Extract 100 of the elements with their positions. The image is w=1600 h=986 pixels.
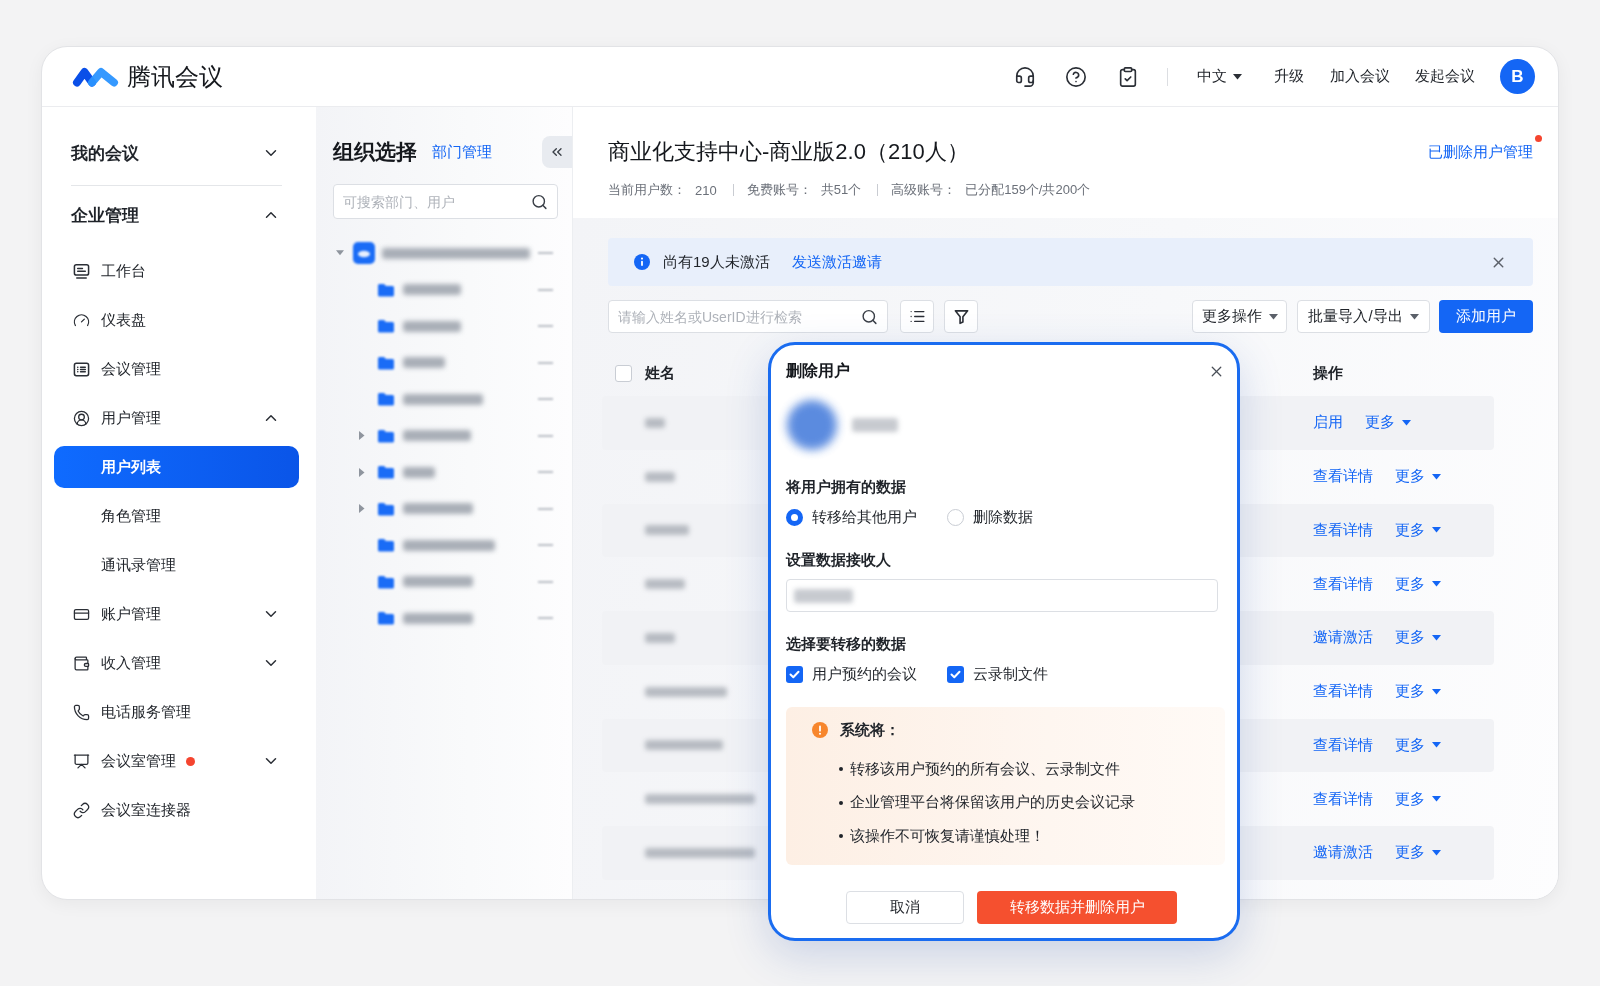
folder-icon [377,465,395,480]
add-user-button[interactable]: 添加用户 [1439,300,1533,333]
logo-text: 腾讯会议 [127,61,223,92]
nav-item[interactable]: 账户管理 [54,593,299,635]
nav-item[interactable]: 会议室连接器 [54,789,299,831]
logo-icon [72,65,119,88]
folder-icon [377,611,395,626]
more-dropdown[interactable]: 更多 [1395,574,1441,594]
cancel-button[interactable]: 取消 [846,891,964,924]
blurred-text [403,284,461,296]
row-action-link[interactable]: 邀请激活 [1313,628,1373,648]
list-icon [73,360,90,378]
deleted-users-link[interactable]: 已删除用户管理 [1428,142,1533,162]
blurred-text [794,588,853,603]
row-action-link[interactable]: 查看详情 [1313,574,1373,594]
more-dropdown[interactable]: 更多 [1395,467,1441,487]
field-label: 将用户拥有的数据 [786,477,906,497]
blurred-text [403,320,461,332]
row-action-link[interactable]: 查看详情 [1313,789,1373,809]
nav-item[interactable]: 会议室管理 [54,740,299,782]
confirm-delete-button[interactable]: 转移数据并删除用户 [977,891,1177,924]
language-dropdown[interactable]: 中文 [1197,67,1242,86]
filter-icon [952,308,970,325]
caret-right-icon[interactable] [359,467,365,477]
blurred-dash-icon [538,507,553,510]
dropdown-button[interactable]: 批量导入/导出 [1297,300,1430,333]
row-action-link[interactable]: 查看详情 [1313,735,1373,755]
org-icon [353,242,375,265]
nav-item[interactable]: 通讯录管理 [54,544,299,586]
more-dropdown[interactable]: 更多 [1395,789,1441,809]
more-dropdown[interactable]: 更多 [1395,520,1441,540]
nav-item[interactable]: 电话服务管理 [54,691,299,733]
nav-section[interactable]: 我的会议 [54,125,299,181]
gauge-icon [73,311,90,329]
checkbox-icon[interactable] [947,665,964,683]
row-action-link[interactable]: 启用 [1313,413,1343,433]
caret-right-icon[interactable] [359,504,365,514]
more-dropdown[interactable]: 更多 [1395,628,1441,648]
field-label: 设置数据接收人 [786,550,891,570]
wallet-icon [73,654,90,672]
header-link[interactable]: 升级 [1274,67,1304,86]
nav-section[interactable]: 企业管理 [54,187,299,243]
blurred-text [645,471,675,482]
department-link[interactable]: 部门管理 [432,142,492,162]
row-action-link[interactable]: 查看详情 [1313,520,1373,540]
help-icon[interactable] [1065,65,1087,88]
bullet-icon [839,767,843,771]
search-field[interactable]: 请输入姓名或UserID进行检索 [608,300,888,333]
blurred-text [403,503,473,515]
send-invite-link[interactable]: 发送激活邀请 [791,252,882,272]
search-field[interactable]: 可搜索部门、用户 [333,184,558,219]
nav-item[interactable]: 角色管理 [54,495,299,537]
nav-item[interactable]: 会议管理 [54,348,299,390]
nav-item[interactable]: 仪表盘 [54,299,299,341]
more-dropdown[interactable]: 更多 [1395,735,1441,755]
header-link[interactable]: 发起会议 [1415,67,1475,86]
radio-icon[interactable] [786,508,803,526]
nav-item[interactable]: 用户管理 [54,397,299,439]
checkbox-option[interactable]: 用户预约的会议 [786,664,917,684]
stat-label: 当前用户数： [608,181,686,199]
checkbox-icon[interactable] [615,364,632,382]
dropdown-button[interactable]: 更多操作 [1192,300,1287,333]
row-action-link[interactable]: 查看详情 [1313,467,1373,487]
more-dropdown[interactable]: 更多 [1365,413,1411,433]
header-link[interactable]: 加入会议 [1330,67,1390,86]
clipboard-check-icon[interactable] [1117,65,1139,88]
collapse-button[interactable] [542,136,572,168]
radio-option[interactable]: 删除数据 [947,507,1033,527]
headset-icon[interactable] [1014,65,1036,88]
nav-item[interactable]: 用户列表 [54,446,299,488]
caret-down-icon[interactable] [336,250,344,257]
folder-icon [377,392,395,407]
user-icon [73,409,90,427]
nav-item[interactable]: 工作台 [54,250,299,292]
more-dropdown[interactable]: 更多 [1395,682,1441,702]
banner-text: 尚有19人未激活 [663,252,770,272]
row-action-link[interactable]: 查看详情 [1313,682,1373,702]
blurred-dash-icon [538,252,553,255]
nav-item[interactable]: 收入管理 [54,642,299,684]
bullet-icon [839,834,843,838]
list-view-button[interactable] [900,300,934,333]
caret-icon[interactable] [1268,313,1278,320]
blurred-dash-icon [538,361,553,364]
caret-icon[interactable] [1409,313,1419,320]
caret-right-icon[interactable] [359,431,365,441]
recipient-input-field[interactable] [786,579,1218,612]
search-icon [531,193,548,210]
blurred-dash-icon [538,398,553,401]
row-action-link[interactable]: 邀请激活 [1313,843,1373,863]
more-dropdown[interactable]: 更多 [1395,843,1441,863]
filter-button[interactable] [944,300,978,333]
blurred-dash-icon [538,288,553,291]
checkbox-option[interactable]: 云录制文件 [947,664,1048,684]
folder-icon [377,355,395,370]
folder-icon [377,319,395,334]
radio-option[interactable]: 转移给其他用户 [786,507,917,527]
blurred-text [403,466,435,478]
user-avatar[interactable]: B [1500,59,1535,94]
checkbox-icon[interactable] [786,665,803,683]
caret-icon[interactable] [1233,73,1242,80]
